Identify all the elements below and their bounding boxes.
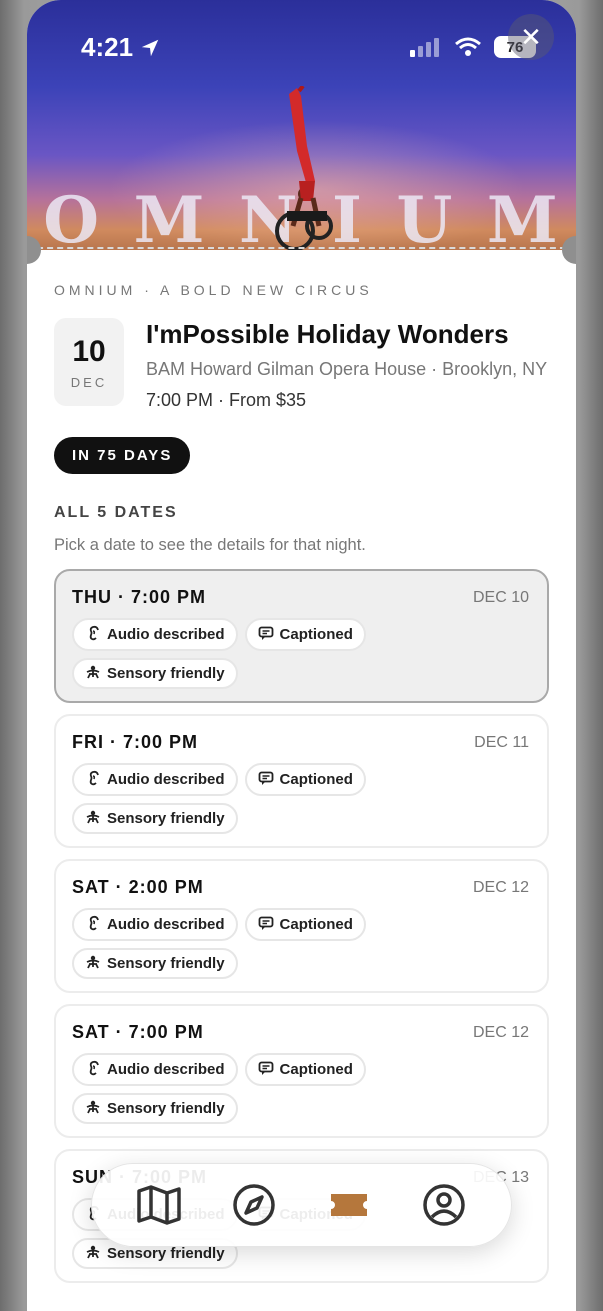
status-time: 4:21 [81,32,134,62]
accessibility-tags: Audio describedCaptionedSensory friendly [72,618,392,689]
accessibility-tags: Audio describedCaptionedSensory friendly [72,763,392,834]
event-sheet: O M N I U M 4:21 76 ✕ OMNIUM · A BOLD NE… [27,0,576,1311]
date-card-date: DEC 11 [474,734,529,751]
date-card-date: DEC 12 [472,1024,529,1041]
tag-sensory-friendly: Sensory friendly [72,1093,238,1124]
ear-icon [85,770,101,789]
performer-figure [275,86,333,250]
caption-icon [258,916,274,934]
cellular-signal-icon [410,38,439,57]
caption-icon [258,626,274,644]
dates-subtext: Pick a date to see the details for that … [54,536,366,554]
tab-explore[interactable] [229,1180,279,1230]
compass-icon [233,1184,275,1226]
date-card-date: DEC 12 [472,879,529,896]
date-day: 10 [72,334,106,368]
caption-icon [258,771,274,789]
sensory-icon [85,810,101,827]
tag-audio-described: Audio described [72,618,238,651]
tab-map[interactable] [134,1180,184,1230]
event-time-price: 7:00 PM · From $35 [146,390,307,410]
tag-sensory-friendly: Sensory friendly [72,658,238,689]
tag-captioned: Captioned [244,1053,366,1086]
date-tile: 10 DEC [54,318,124,406]
location-arrow-icon [141,39,159,56]
map-icon [137,1185,182,1225]
caption-icon [258,1061,274,1079]
wifi-icon [455,37,481,56]
event-venue: BAM Howard Gilman Opera House · Brooklyn… [146,359,548,379]
countdown-badge: IN 75 DAYS [54,437,191,474]
close-button[interactable]: ✕ [508,14,554,60]
date-card[interactable]: THU · 7:00 PM DEC 10 Audio described Captio… [54,569,549,703]
tag-sensory-friendly: Sensory friendly [72,803,238,834]
sensory-icon [85,665,101,682]
event-eyebrow: OMNIUM · A BOLD NEW CIRCUS [54,282,373,298]
tag-audio-described: Audio described [72,1053,238,1086]
accessibility-tags: Audio describedCaptionedSensory friendly [72,908,392,979]
date-card[interactable]: SAT · 2:00 PM DEC 12 Audio described Captio… [54,859,549,993]
tab-tickets[interactable] [324,1180,374,1230]
date-card[interactable]: FRI · 7:00 PM DEC 11 Audio described Captio… [54,714,549,848]
date-month: DEC [70,374,108,390]
ticket-perforation [27,247,576,249]
ticket-icon [330,1194,367,1216]
date-card-time: SAT · 7:00 PM [72,1022,204,1042]
date-card-time: SAT · 2:00 PM [72,877,204,897]
tag-captioned: Captioned [244,618,366,651]
tag-sensory-friendly: Sensory friendly [72,948,238,979]
event-title: I'mPossible Holiday Wonders [146,319,509,349]
date-card-time: THU · 7:00 PM [72,587,207,607]
accessibility-tags: Audio describedCaptionedSensory friendly [72,1053,392,1124]
tag-captioned: Captioned [244,908,366,941]
status-bar: 4:21 76 [27,0,576,100]
tag-audio-described: Audio described [72,908,238,941]
dates-heading: ALL 5 DATES [54,504,178,521]
close-icon: ✕ [520,21,542,52]
tab-profile[interactable] [419,1180,469,1230]
tab-bar [91,1163,512,1247]
ear-icon [85,1060,101,1079]
date-card[interactable]: SAT · 7:00 PM DEC 12 Audio described Captio… [54,1004,549,1138]
ear-icon [85,915,101,934]
tag-captioned: Captioned [244,763,366,796]
sensory-icon [85,955,101,972]
date-card-date: DEC 10 [472,589,529,606]
tag-audio-described: Audio described [72,763,238,796]
ear-icon [85,625,101,644]
profile-icon [422,1184,465,1226]
event-details: OMNIUM · A BOLD NEW CIRCUS 10 DEC I'mPos… [54,250,549,1294]
sensory-icon [85,1100,101,1117]
sensory-icon [85,1245,101,1262]
date-card-time: FRI · 7:00 PM [72,732,199,752]
